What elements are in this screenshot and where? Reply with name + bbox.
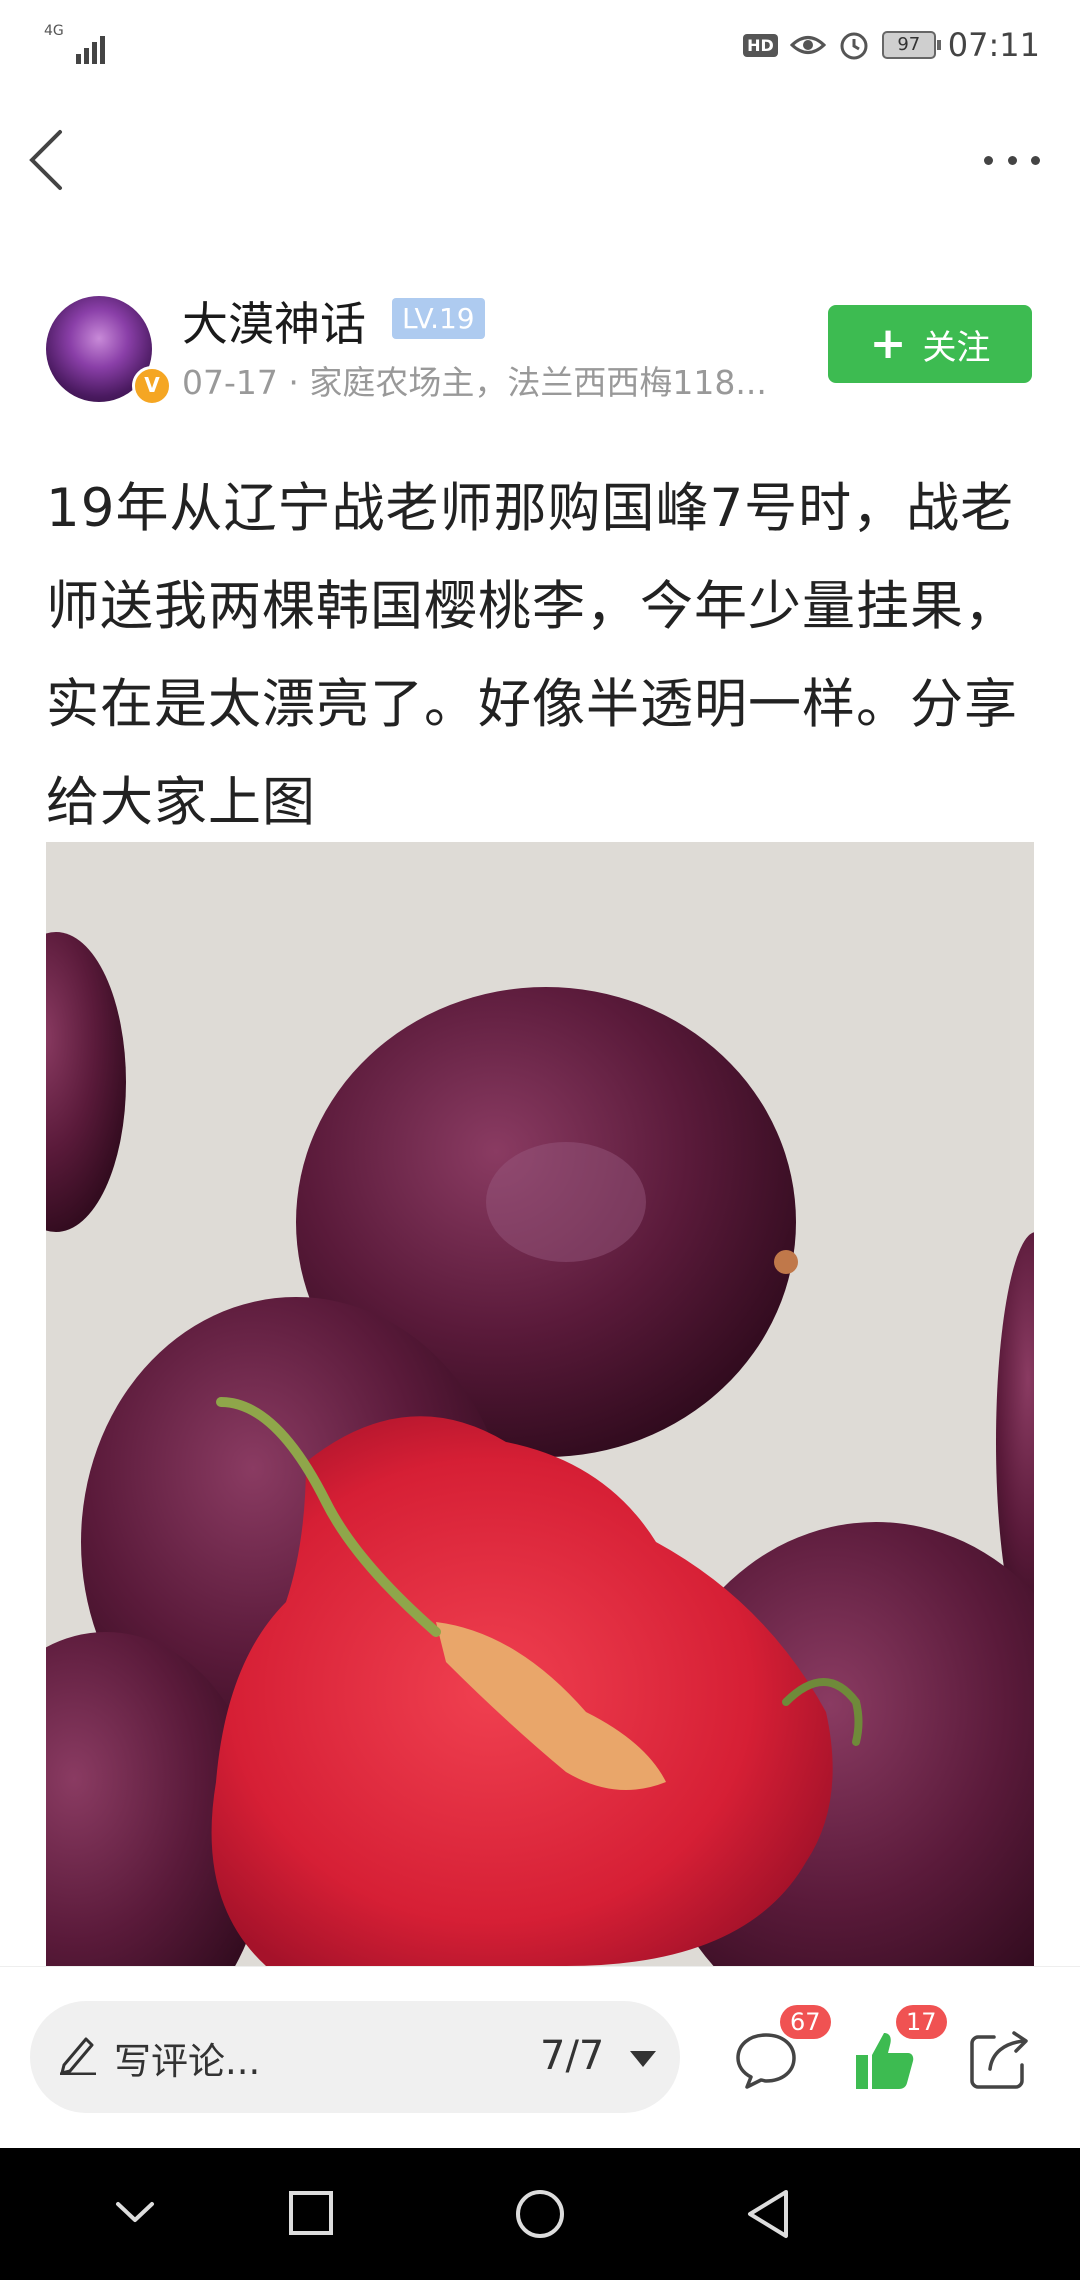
follow-button[interactable]: + 关注 [828, 305, 1032, 383]
author-meta: 07-17 · 家庭农场主，法兰西西梅118... [182, 363, 767, 402]
follow-label: 关注 [922, 327, 991, 368]
alarm-icon [840, 32, 868, 60]
plus-icon: + [869, 318, 907, 369]
chevron-down-icon[interactable] [112, 2188, 158, 2234]
status-icons: HD 97 07:11 [743, 22, 1040, 68]
network-type: 4G [44, 23, 64, 39]
author-name[interactable]: 大漠神话 [182, 288, 366, 354]
comment-input[interactable]: 写评论... 7/7 [30, 2001, 680, 2113]
more-options-icon[interactable] [984, 148, 1040, 172]
bottom-action-bar: 写评论... 7/7 67 17 [0, 1966, 1080, 2149]
post-photo[interactable] [46, 842, 1034, 1966]
back-icon[interactable] [26, 128, 66, 192]
like-count-badge: 17 [896, 2005, 947, 2039]
cell-signal-icon: 4G [44, 23, 105, 64]
system-navigation-bar [0, 2148, 1080, 2280]
status-bar: 4G HD 97 07:11 [0, 0, 1080, 90]
hd-icon: HD [743, 33, 778, 57]
comment-placeholder: 写评论... [114, 2040, 261, 2083]
clock: 07:11 [947, 26, 1040, 64]
recents-icon[interactable] [286, 2188, 336, 2238]
like-icon[interactable] [852, 2029, 916, 2091]
share-icon[interactable] [968, 2029, 1032, 2091]
battery-icon: 97 [881, 31, 941, 59]
caret-down-icon[interactable] [630, 2051, 656, 2067]
post-text: 19年从辽宁战老师那购国峰7号时，战老师送我两棵韩国樱桃李，今年少量挂果，实在是… [46, 478, 1018, 833]
comment-count-badge: 67 [780, 2005, 831, 2039]
eye-icon [789, 36, 826, 54]
page-indicator[interactable]: 7/7 [540, 2033, 604, 2079]
back-nav-icon[interactable] [744, 2188, 792, 2240]
level-badge: LV.19 [392, 298, 485, 339]
pen-icon [60, 2037, 96, 2075]
comment-icon[interactable] [734, 2029, 798, 2091]
verified-badge: V [132, 366, 172, 406]
home-icon[interactable] [514, 2188, 566, 2240]
